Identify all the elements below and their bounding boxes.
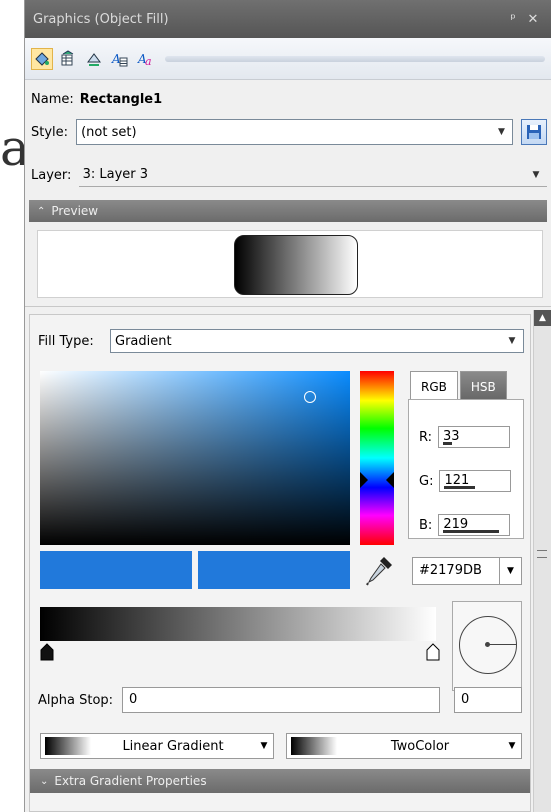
chevron-down-icon: ▼ [508,741,516,751]
scrollbar[interactable]: ▲ [533,310,551,812]
hue-marker-right[interactable] [386,472,394,488]
background-letter: a [0,119,24,177]
gradient-type-dropdown[interactable]: Linear Gradient ▼ [40,733,274,759]
new-color-swatch [198,551,350,589]
tab-hsb[interactable]: HSB [459,371,507,401]
tab-rgb[interactable]: RGB [410,371,458,401]
blue-label: B: [419,517,433,533]
hex-color-field[interactable]: #2179DB ▼ [412,557,522,585]
angle-needle [487,644,517,645]
close-icon[interactable]: ✕ [523,12,543,27]
green-bar [444,486,476,489]
text-table-icon[interactable]: A [109,48,131,70]
chevron-down-icon: ▼ [508,336,516,346]
green-input[interactable]: 121 [439,470,512,492]
red-bar [443,442,453,445]
style-label: Style: [31,124,69,140]
red-input[interactable]: 33 [438,426,511,448]
hue-slider[interactable] [360,371,394,545]
gradient-mode-dropdown[interactable]: TwoColor ▼ [286,733,522,759]
floppy-icon [527,125,542,139]
blue-channel: B: 219 [419,514,511,536]
fill-type-value: Gradient [115,333,172,349]
green-channel: G: 121 [419,470,512,492]
alpha-stop-row: Alpha Stop: 0 [38,687,440,713]
alpha-stop-label: Alpha Stop: [38,692,114,708]
extra-gradient-title: Extra Gradient Properties [54,774,207,788]
style-value: (not set) [81,124,137,140]
table-icon[interactable] [57,48,79,70]
gradient-type-value: Linear Gradient [122,738,224,754]
panel-title: Graphics (Object Fill) [33,11,169,27]
layer-row: Layer: 3: Layer 3 ▼ [29,162,547,188]
scroll-up-icon[interactable]: ▲ [534,310,551,326]
gradient-mode-preview [291,737,337,755]
angle-input[interactable]: 0 [454,687,522,713]
gradient-angle-dial[interactable] [452,601,522,691]
scroll-grip[interactable] [537,550,547,558]
panel-toolbar: A Aa [25,38,551,80]
fill-type-dropdown[interactable]: Gradient ▼ [110,329,524,353]
current-color-swatch [40,551,192,589]
gradient-stop-white[interactable] [426,643,440,661]
object-fill-panel: Graphics (Object Fill) ᵖ ✕ A Aa Name: Re… [24,0,551,812]
chevron-down-icon: ▼ [498,127,505,137]
preview-rectangle [234,235,358,295]
save-style-button[interactable] [521,119,548,145]
saturation-value-picker[interactable] [40,371,350,545]
preview-title: Preview [51,204,99,218]
divider [25,306,551,307]
text-style-icon[interactable]: Aa [135,48,157,70]
fill-type-label: Fill Type: [38,333,94,349]
color-model-tabs: RGB HSB [410,371,507,401]
gradient-type-preview [45,737,91,755]
gradient-stop-black[interactable] [40,643,54,661]
angle-center [485,642,490,647]
extra-gradient-header[interactable]: ⌄ Extra Gradient Properties [30,769,530,793]
style-dropdown[interactable]: (not set) ▼ [76,119,514,145]
fill-type-row: Fill Type: Gradient ▼ [38,329,524,353]
red-channel: R: 33 [419,426,511,448]
alpha-stop-input[interactable]: 0 [122,687,440,713]
rgb-panel: R: 33 G: 121 B: 219 [408,399,524,539]
blue-bar [443,530,500,533]
style-row: Style: (not set) ▼ [29,118,548,146]
red-label: R: [419,429,433,445]
layer-dropdown[interactable]: 3: Layer 3 ▼ [78,163,547,187]
green-label: G: [419,473,434,489]
toolbar-track [165,55,545,62]
chevron-down-icon: ▼ [260,741,268,751]
name-label: Name: [31,91,74,107]
gradient-mode-value: TwoColor [390,738,450,754]
hex-value: #2179DB [419,563,482,578]
hue-marker-left[interactable] [360,472,368,488]
fill-editor: Fill Type: Gradient ▼ RGB HSB R: 33 G: 1… [29,314,531,812]
svg-text:a: a [145,55,152,68]
picker-handle[interactable] [304,391,316,403]
layer-label: Layer: [31,167,72,183]
fill-icon[interactable] [31,47,53,70]
line-icon[interactable] [83,48,105,70]
collapse-icon: ⌃ [37,205,46,217]
eyedropper-icon[interactable] [364,555,394,587]
chevron-down-icon[interactable]: ▼ [499,558,521,584]
preview-area [37,230,543,298]
expand-icon: ⌄ [40,775,49,787]
panel-titlebar: Graphics (Object Fill) ᵖ ✕ [25,0,551,38]
preview-header[interactable]: ⌃ Preview [29,200,547,222]
name-row: Name: Rectangle1 [29,86,547,112]
blue-input[interactable]: 219 [438,514,511,536]
layer-value: 3: Layer 3 [82,167,149,182]
gradient-bar[interactable] [40,607,436,641]
chevron-down-icon: ▼ [532,169,540,180]
pin-icon[interactable]: ᵖ [503,12,523,27]
name-value: Rectangle1 [79,91,163,107]
